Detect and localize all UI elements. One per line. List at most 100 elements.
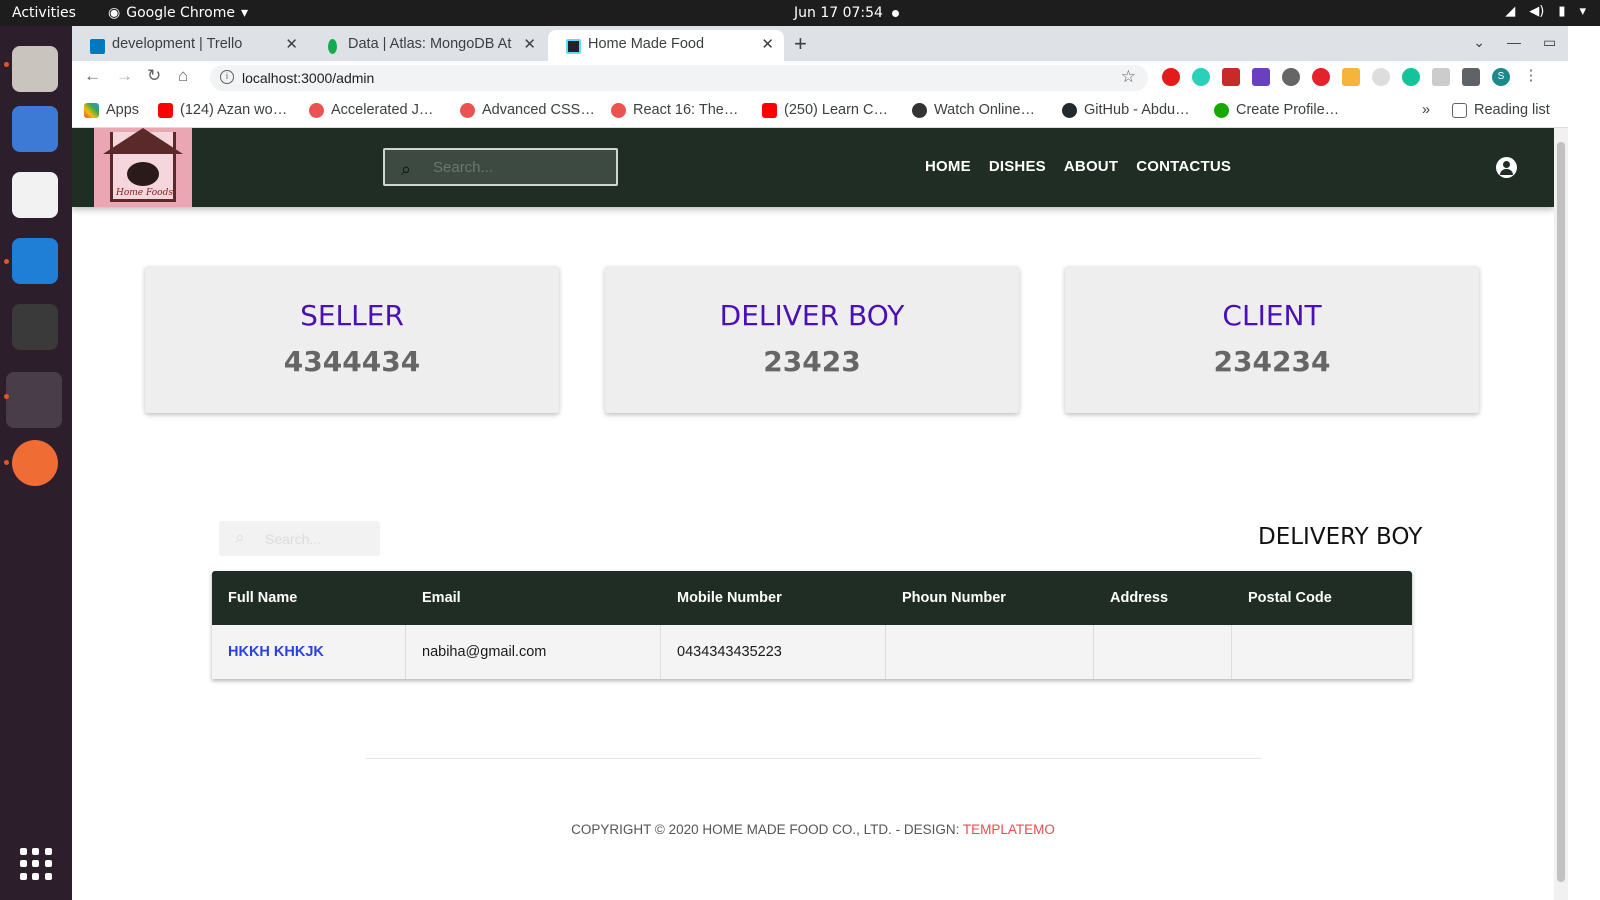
battery-icon: ▮ [1558, 4, 1566, 19]
maximize-icon[interactable]: ▭ [1543, 34, 1556, 51]
udemy-icon [309, 102, 324, 118]
bookmarks-bar: Apps (124) Azan wo… Accelerated J… Advan… [72, 94, 1600, 128]
cell-email: nabiha@gmail.com [406, 625, 661, 679]
search-placeholder: Search... [265, 531, 322, 547]
templatemo-link[interactable]: TEMPLATEMO [963, 822, 1055, 837]
info-icon[interactable]: i [220, 70, 234, 84]
bookmark-item[interactable]: Create Profile… [1214, 102, 1339, 118]
bookmark-item[interactable]: Advanced CSS… [460, 102, 595, 118]
stat-title: SELLER [300, 299, 404, 332]
tab-mongodb[interactable]: Data | Atlas: MongoDB At ✕ [308, 30, 546, 61]
clock[interactable]: Jun 17 07:54 [794, 5, 883, 21]
nav-contactus[interactable]: CONTACTUS [1136, 158, 1231, 175]
puzzle-icon[interactable] [1462, 68, 1480, 86]
extension-icon[interactable] [1252, 68, 1270, 86]
scrollbar-thumb[interactable] [1557, 142, 1565, 882]
show-apps-icon[interactable] [20, 848, 52, 880]
minimize-icon[interactable]: — [1507, 34, 1521, 51]
notification-dot [892, 10, 899, 17]
bookmark-star-icon[interactable]: ☆ [1121, 67, 1136, 87]
adblock-icon[interactable] [1312, 68, 1330, 86]
terminal-icon[interactable] [12, 304, 58, 350]
site-header: Home Foods ⌕ Search... HOME DISHES ABOUT… [72, 128, 1554, 207]
column-header[interactable]: Postal Code [1232, 571, 1412, 625]
files-icon[interactable] [12, 46, 58, 92]
apps-grid-icon [84, 102, 99, 118]
tab-search-icon[interactable]: ⌄ [1473, 34, 1485, 51]
extension-icon[interactable] [1192, 68, 1210, 86]
profile-avatar[interactable]: S [1492, 68, 1510, 86]
bookmark-label: Create Profile… [1236, 102, 1340, 118]
tab-label: Home Made Food [588, 36, 705, 52]
bookmark-item[interactable]: (250) Learn C… [762, 102, 888, 118]
column-header[interactable]: Full Name [212, 571, 406, 625]
stat-card-client: CLIENT 234234 [1065, 266, 1479, 413]
reading-list-button[interactable]: Reading list [1452, 102, 1550, 118]
text-editor-icon[interactable] [12, 172, 58, 218]
bookmark-item[interactable]: (124) Azan wo… [158, 102, 287, 118]
tab-home-made-food[interactable]: Home Made Food ✕ [548, 30, 784, 61]
account-icon[interactable] [1496, 157, 1517, 178]
chrome-dock-icon[interactable] [6, 372, 62, 428]
bookmark-item[interactable]: Apps [84, 102, 139, 118]
cell-full-name[interactable]: HKKH KHKJK [212, 625, 406, 679]
bookmark-label: GitHub - Abdu… [1084, 102, 1190, 118]
column-header[interactable]: Mobile Number [661, 571, 886, 625]
forward-icon[interactable]: → [116, 66, 133, 86]
table-row[interactable]: HKKH KHKJK nabiha@gmail.com 043434343522… [212, 625, 1412, 679]
copyright-text: COPYRIGHT © 2020 HOME MADE FOOD CO., LTD… [571, 822, 963, 837]
more-bookmarks-button[interactable]: » [1422, 102, 1430, 118]
youtube-icon [762, 102, 777, 118]
tab-trello[interactable]: development | Trello ✕ [72, 30, 308, 61]
extension-icon[interactable] [1372, 68, 1390, 86]
activities-button[interactable]: Activities [12, 5, 76, 21]
back-icon[interactable]: ← [84, 66, 101, 86]
window-edge [1568, 26, 1600, 900]
mongodb-icon [328, 39, 337, 54]
stat-card-deliver-boy: DELIVER BOY 23423 [605, 266, 1019, 413]
youtube-icon [158, 102, 173, 118]
postman-icon[interactable] [12, 440, 58, 486]
extension-icon[interactable] [1162, 68, 1180, 86]
vscode-icon[interactable] [12, 238, 58, 284]
extension-icon[interactable] [1282, 68, 1300, 86]
footer-divider [365, 758, 1261, 759]
scrollbar[interactable] [1554, 128, 1568, 900]
column-header[interactable]: Email [406, 571, 661, 625]
grammarly-icon[interactable] [1402, 68, 1420, 86]
chevron-down-icon: ▾ [1579, 4, 1586, 19]
bookmark-item[interactable]: GitHub - Abdu… [1062, 102, 1190, 118]
home-icon[interactable]: ⌂ [178, 66, 188, 86]
header-search-input[interactable]: ⌕ Search... [383, 148, 618, 186]
column-header[interactable]: Address [1094, 571, 1232, 625]
reading-list-icon [1452, 102, 1467, 118]
reload-icon[interactable]: ↻ [147, 66, 161, 86]
wifi-icon: ◢ [1505, 4, 1516, 19]
bookmark-item[interactable]: Watch Online… [912, 102, 1035, 118]
udemy-icon [460, 102, 475, 118]
close-tab-icon[interactable]: ✕ [523, 35, 536, 53]
site-logo[interactable]: Home Foods [94, 128, 192, 207]
app-menu[interactable]: ◉ Google Chrome ▾ [108, 5, 248, 21]
extension-icon[interactable] [1222, 68, 1240, 86]
extension-icon[interactable] [1432, 68, 1450, 86]
nav-about[interactable]: ABOUT [1064, 158, 1118, 175]
nav-home[interactable]: HOME [925, 158, 971, 175]
bookmark-item[interactable]: Accelerated J… [309, 102, 433, 118]
bookmark-label: Accelerated J… [331, 102, 434, 118]
close-tab-icon[interactable]: ✕ [761, 35, 774, 53]
app-name: Google Chrome [126, 5, 235, 21]
extension-icon[interactable] [1342, 68, 1360, 86]
kebab-menu-icon[interactable]: ⋮ [1522, 68, 1540, 86]
screenshot-icon[interactable] [12, 106, 58, 152]
system-tray[interactable]: ◢ ◀) ▮ ▾ [1505, 4, 1586, 19]
column-header[interactable]: Phoun Number [886, 571, 1094, 625]
volume-icon: ◀) [1529, 4, 1545, 19]
bookmark-item[interactable]: React 16: The… [611, 102, 738, 118]
new-tab-button[interactable]: + [794, 31, 807, 57]
address-bar[interactable]: i localhost:3000/admin ☆ [210, 65, 1148, 91]
extensions: S ⋮ [1162, 68, 1540, 86]
nav-dishes[interactable]: DISHES [989, 158, 1046, 175]
close-tab-icon[interactable]: ✕ [285, 35, 298, 53]
table-search-input[interactable]: ⌕ Search... [219, 521, 380, 556]
